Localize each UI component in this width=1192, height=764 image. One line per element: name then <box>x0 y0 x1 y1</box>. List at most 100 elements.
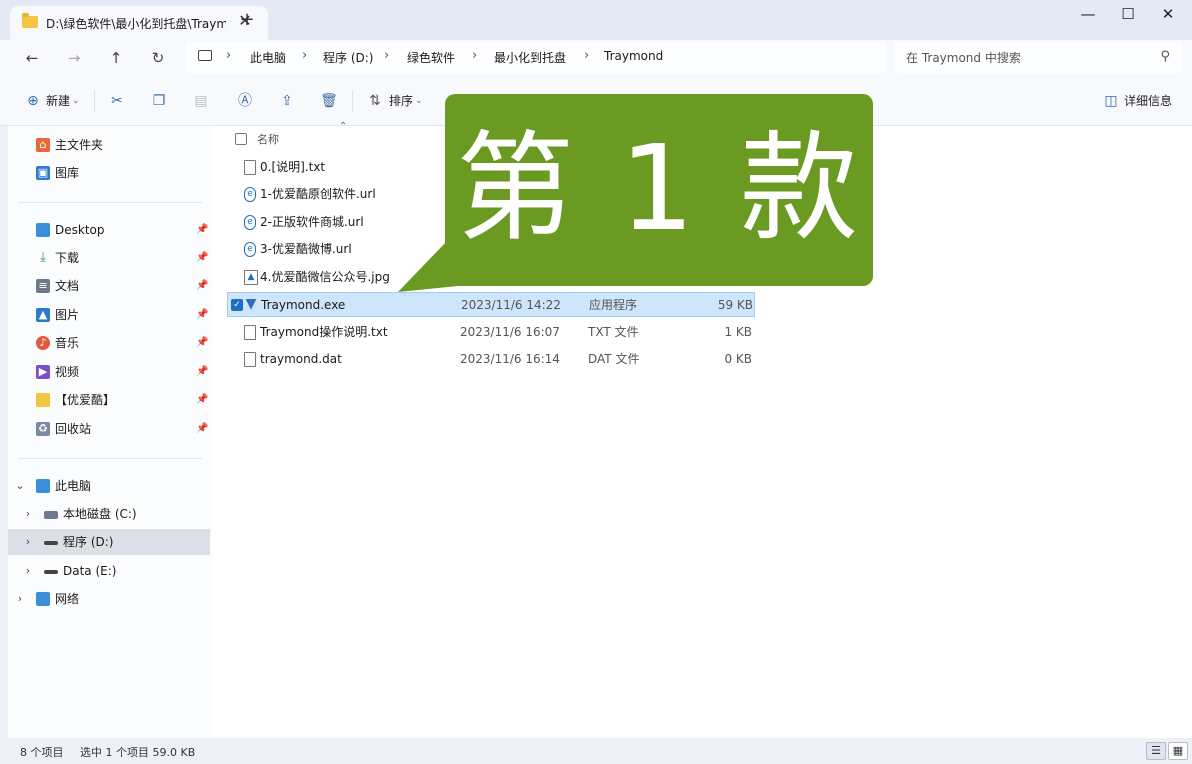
breadcrumb-green-software[interactable]: 绿色软件 <box>407 49 455 66</box>
pin-icon[interactable]: 📌 <box>196 245 208 271</box>
drive-icon <box>44 511 58 519</box>
cut-icon[interactable]: ✂ <box>106 90 128 112</box>
file-row[interactable]: traymond.dat 2023/11/6 16:14 DAT 文件 0 KB <box>227 347 755 372</box>
file-row[interactable]: Traymond操作说明.txt 2023/11/6 16:07 TXT 文件 … <box>227 320 755 345</box>
recycle-bin-icon: ♻ <box>36 422 50 436</box>
sidebar-item-label: 程序 (D:) <box>63 535 114 549</box>
search-icon[interactable]: ⚲ <box>1160 49 1170 64</box>
column-header-name[interactable]: 名称 <box>257 131 279 147</box>
title-bar: D:\绿色软件\最小化到托盘\Traymond ✕ + — ☐ ✕ <box>0 0 1192 40</box>
details-button[interactable]: 详细信息 <box>1124 90 1172 112</box>
details-view-icon[interactable]: ☰ <box>1146 742 1166 760</box>
row-checkbox-checked[interactable]: ✓ <box>231 299 243 311</box>
sidebar-item-youaiku[interactable]: 【优爱酷】 📌 <box>8 387 210 413</box>
pin-icon[interactable]: 📌 <box>196 302 208 328</box>
pin-icon[interactable]: 📌 <box>196 416 208 442</box>
status-bar: 8 个项目 选中 1 个项目 59.0 KB ☰ ▦ <box>0 738 1192 764</box>
pin-icon[interactable]: 📌 <box>196 217 208 243</box>
home-icon: ⌂ <box>36 138 50 152</box>
sidebar-divider <box>18 458 202 459</box>
chevron-right-icon[interactable]: › <box>14 586 26 612</box>
sidebar-item-label: 音乐 <box>55 336 80 350</box>
sort-button[interactable]: 排序 <box>389 90 413 112</box>
chevron-right-icon[interactable]: › <box>22 529 34 555</box>
new-button[interactable]: 新建 <box>46 90 70 112</box>
breadcrumb-this-pc[interactable]: 此电脑 <box>250 49 286 66</box>
sidebar-item-label: 主文件夹 <box>55 138 104 152</box>
gallery-icon: ▣ <box>36 166 50 180</box>
sidebar-item-home[interactable]: ⌂ 主文件夹 <box>8 132 210 158</box>
file-size: 1 KB <box>724 325 752 339</box>
url-file-icon: e <box>244 215 256 230</box>
refresh-button[interactable]: ↻ <box>144 44 172 72</box>
sidebar-item-desktop[interactable]: Desktop 📌 <box>8 217 210 243</box>
sidebar-item-drive-e[interactable]: › Data (E:) <box>8 558 210 584</box>
sidebar-item-videos[interactable]: ▶ 视频 📌 <box>8 359 210 385</box>
sidebar-item-drive-c[interactable]: › 本地磁盘 (C:) <box>8 501 210 527</box>
new-tab-button[interactable]: + <box>236 9 258 31</box>
sidebar-item-this-pc[interactable]: ⌄ 此电脑 <box>8 473 210 499</box>
chevron-down-icon[interactable]: ⌄ <box>14 473 26 499</box>
pin-icon[interactable]: 📌 <box>196 273 208 299</box>
music-icon: ♪ <box>36 336 50 350</box>
sidebar-item-recycle-bin[interactable]: ♻ 回收站 📌 <box>8 416 210 442</box>
breadcrumb-drive-d[interactable]: 程序 (D:) <box>323 49 373 66</box>
breadcrumb-separator-icon: › <box>302 48 308 63</box>
copy-icon[interactable]: ❐ <box>148 90 170 112</box>
computer-icon <box>198 50 212 61</box>
callout-banner: 第 1 款 <box>445 94 873 286</box>
forward-button[interactable]: → <box>60 44 88 72</box>
share-icon[interactable]: ⇪ <box>276 90 298 112</box>
delete-icon[interactable]: 🗑 <box>318 90 340 112</box>
sidebar-item-pictures[interactable]: ▲ 图片 📌 <box>8 302 210 328</box>
pin-icon[interactable]: 📌 <box>196 359 208 385</box>
file-size: 0 KB <box>724 352 752 366</box>
url-file-icon: e <box>244 242 256 257</box>
maximize-button[interactable]: ☐ <box>1108 2 1148 26</box>
select-all-checkbox[interactable] <box>235 133 247 145</box>
text-file-icon <box>244 160 256 175</box>
minimize-button[interactable]: — <box>1068 2 1108 26</box>
file-size: 59 KB <box>717 298 753 312</box>
sidebar-item-music[interactable]: ♪ 音乐 📌 <box>8 330 210 356</box>
network-icon <box>36 592 50 606</box>
sidebar-item-gallery[interactable]: ▣ 图库 <box>8 160 210 186</box>
sort-ascending-icon: ⌃ <box>339 121 348 132</box>
breadcrumb-traymond[interactable]: Traymond <box>604 49 663 63</box>
chevron-right-icon[interactable]: › <box>22 558 34 584</box>
new-plus-icon: ⊕ <box>27 93 39 109</box>
tab-current[interactable]: D:\绿色软件\最小化到托盘\Traymond ✕ <box>10 6 268 40</box>
tab-title: D:\绿色软件\最小化到托盘\Traymond <box>46 17 226 31</box>
sidebar-item-label: 文档 <box>55 279 80 293</box>
toolbar-divider <box>352 90 353 112</box>
address-bar[interactable]: › 此电脑 › 程序 (D:) › 绿色软件 › 最小化到托盘 › Traymo… <box>186 41 886 73</box>
traymond-app-icon: ▼ <box>245 296 257 312</box>
sidebar-item-downloads[interactable]: ⤓ 下载 📌 <box>8 245 210 271</box>
drive-icon <box>44 570 58 574</box>
chevron-right-icon[interactable]: › <box>22 501 34 527</box>
back-button[interactable]: ← <box>18 44 46 72</box>
paste-icon[interactable]: ▤ <box>190 90 212 112</box>
close-window-button[interactable]: ✕ <box>1148 2 1188 26</box>
generic-file-icon <box>244 352 256 367</box>
search-box[interactable]: 在 Traymond 中搜索 ⚲ <box>894 41 1182 73</box>
sidebar-item-label: 下载 <box>55 251 80 265</box>
sidebar-item-drive-d[interactable]: › 程序 (D:) <box>8 529 210 555</box>
breadcrumb-minimize-tray[interactable]: 最小化到托盘 <box>494 49 566 66</box>
text-file-icon <box>244 325 256 340</box>
computer-icon <box>36 479 50 493</box>
rename-icon[interactable]: Ⓐ <box>234 90 256 112</box>
tiles-view-icon[interactable]: ▦ <box>1168 742 1188 760</box>
sidebar-item-documents[interactable]: ≡ 文档 📌 <box>8 273 210 299</box>
pin-icon[interactable]: 📌 <box>196 330 208 356</box>
up-button[interactable]: ↑ <box>102 44 130 72</box>
sidebar-item-label: 本地磁盘 (C:) <box>63 507 137 521</box>
download-icon: ⤓ <box>40 250 46 265</box>
image-file-icon: ▲ <box>244 270 258 285</box>
file-name: Traymond操作说明.txt <box>260 325 388 339</box>
sidebar-item-network[interactable]: › 网络 <box>8 586 210 612</box>
file-row-selected[interactable]: ✓ ▼ Traymond.exe 2023/11/6 14:22 应用程序 59… <box>227 292 755 317</box>
search-placeholder: 在 Traymond 中搜索 <box>906 51 1021 65</box>
pin-icon[interactable]: 📌 <box>196 387 208 413</box>
chevron-down-icon: ⌄ <box>72 96 80 106</box>
